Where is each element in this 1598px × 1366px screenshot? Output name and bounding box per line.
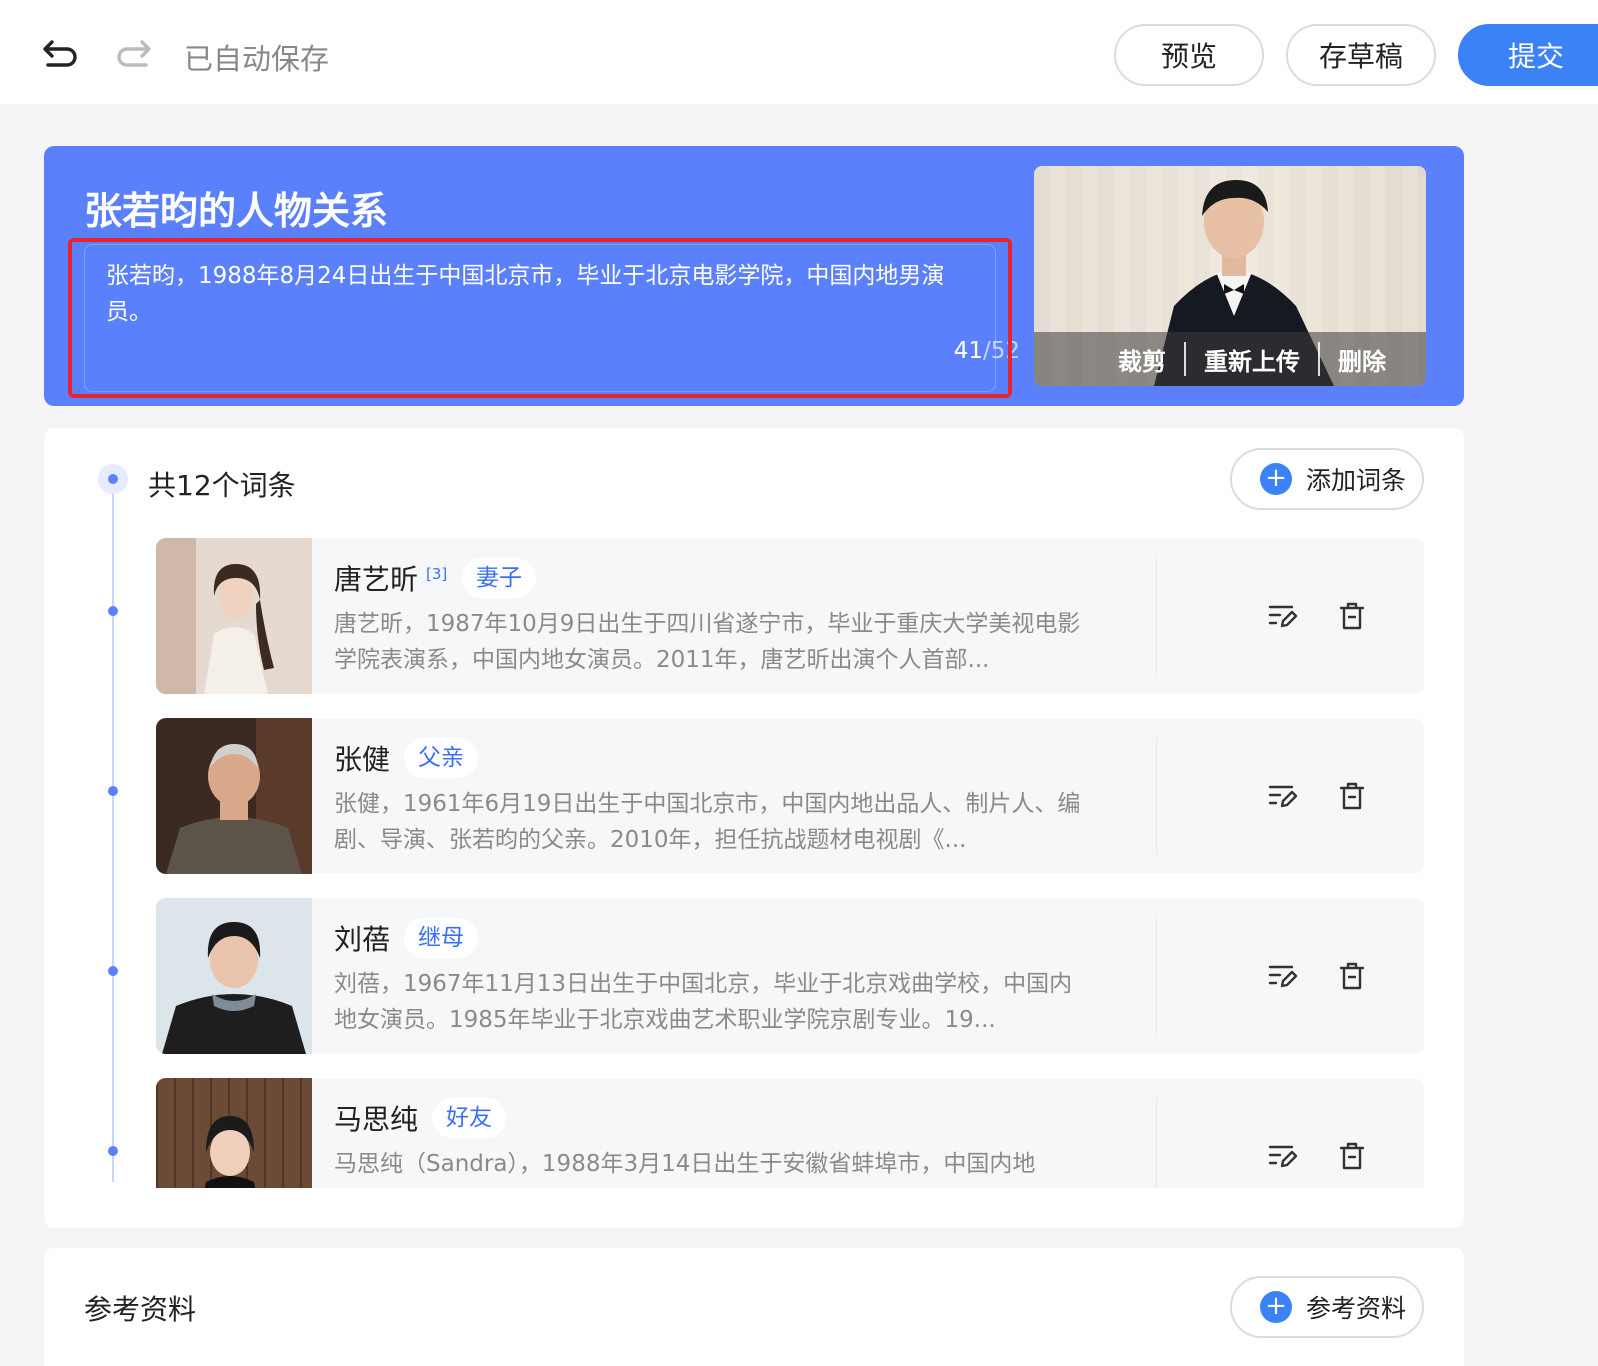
plus-icon: + [1260, 463, 1292, 495]
entry-name-text: 马思纯 [334, 1103, 419, 1136]
trash-icon[interactable] [1334, 778, 1370, 814]
divider [1156, 918, 1157, 1034]
relation-tag: 妻子 [462, 558, 536, 598]
page-title: 张若昀的人物关系 [84, 189, 389, 233]
entry-name-text: 张健 [334, 743, 391, 776]
entry-photo [156, 718, 312, 874]
entry-description: 刘蓓，1967年11月13日出生于中国北京，毕业于北京戏曲学校，中国内地女演员。… [334, 971, 1073, 1033]
divider [1156, 1098, 1157, 1188]
top-toolbar: 已自动保存 预览 存草稿 提交 [0, 0, 1598, 104]
entry-name[interactable]: 唐艺昕 [3] [334, 558, 447, 598]
preview-button[interactable]: 预览 [1114, 24, 1264, 86]
references-title: 参考资料 [84, 1293, 197, 1326]
entry-name-text: 唐艺昕 [334, 563, 419, 596]
char-max: /52 [982, 338, 1020, 364]
list-item[interactable]: 张健 父亲 张健，1961年6月19日出生于中国北京市，中国内地出品人、制片人、… [156, 718, 1424, 874]
save-draft-button[interactable]: 存草稿 [1286, 24, 1436, 86]
trash-icon[interactable] [1334, 1138, 1370, 1174]
submit-button[interactable]: 提交 [1458, 24, 1598, 86]
divider [1156, 738, 1157, 854]
reupload-button[interactable]: 重新上传 [1186, 342, 1318, 377]
divider [1156, 558, 1157, 674]
add-reference-label: 参考资料 [1306, 1294, 1407, 1323]
edit-icon[interactable] [1264, 598, 1300, 634]
list-item[interactable]: 马思纯 好友 马思纯（Sandra），1988年3月14日出生于安徽省蚌埠市，中… [156, 1078, 1424, 1188]
edit-icon[interactable] [1264, 778, 1300, 814]
relation-tag: 父亲 [404, 738, 478, 778]
entry-description: 马思纯（Sandra），1988年3月14日出生于安徽省蚌埠市，中国内地 [334, 1151, 1036, 1177]
timeline-dot [108, 606, 118, 616]
relation-tag: 好友 [432, 1098, 506, 1138]
timeline-head-dot [98, 464, 128, 494]
timeline-dot [108, 1146, 118, 1156]
char-count: 41 [953, 338, 983, 364]
redo-icon[interactable] [114, 34, 154, 74]
entries-card: 共12个词条 + 添加词条 唐艺昕 [3] 妻子 唐艺昕，1987年10月9日出生… [44, 428, 1464, 1228]
add-entry-button[interactable]: + 添加词条 [1230, 448, 1424, 510]
add-reference-button[interactable]: + 参考资料 [1230, 1276, 1424, 1338]
list-item[interactable]: 刘蓓 继母 刘蓓，1967年11月13日出生于中国北京，毕业于北京戏曲学校，中国… [156, 898, 1424, 1054]
relationship-header-card: 张若昀的人物关系 张若昀，1988年8月24日出生于中国北京市，毕业于北京电影学… [44, 146, 1464, 406]
trash-icon[interactable] [1334, 598, 1370, 634]
autosave-status: 已自动保存 [184, 42, 330, 76]
timeline-dot [108, 786, 118, 796]
entries-list: 唐艺昕 [3] 妻子 唐艺昕，1987年10月9日出生于四川省遂宁市，毕业于重庆大… [44, 538, 1464, 1188]
edit-icon[interactable] [1264, 1138, 1300, 1174]
delete-photo-button[interactable]: 删除 [1320, 342, 1404, 377]
undo-icon[interactable] [40, 34, 80, 74]
timeline-dot [108, 966, 118, 976]
entry-description: 唐艺昕，1987年10月9日出生于四川省遂宁市，毕业于重庆大学美视电影学院表演系… [334, 611, 1081, 673]
crop-button[interactable]: 裁剪 [1100, 342, 1184, 377]
trash-icon[interactable] [1334, 958, 1370, 994]
list-item[interactable]: 唐艺昕 [3] 妻子 唐艺昕，1987年10月9日出生于四川省遂宁市，毕业于重庆大… [156, 538, 1424, 694]
plus-icon: + [1260, 1291, 1292, 1323]
entry-photo [156, 1078, 312, 1188]
cover-photo: 裁剪 重新上传 删除 [1034, 166, 1426, 386]
entry-photo [156, 538, 312, 694]
references-card: 参考资料 + 参考资料 [44, 1248, 1464, 1366]
entry-name[interactable]: 刘蓓 [334, 918, 390, 958]
entry-name[interactable]: 张健 [334, 738, 390, 778]
entries-count: 共12个词条 [148, 469, 296, 502]
entry-name-text: 刘蓓 [334, 923, 391, 956]
edit-icon[interactable] [1264, 958, 1300, 994]
entry-photo [156, 898, 312, 1054]
relation-tag: 继母 [404, 918, 478, 958]
description-text[interactable]: 张若昀，1988年8月24日出生于中国北京市，毕业于北京电影学院，中国内地男演员… [106, 258, 976, 330]
entry-name[interactable]: 马思纯 [334, 1098, 418, 1138]
add-entry-label: 添加词条 [1306, 466, 1407, 495]
char-counter: 41/52 [914, 338, 1020, 364]
photo-action-bar: 裁剪 重新上传 删除 [1034, 332, 1426, 386]
citation-link[interactable]: [3] [426, 565, 447, 583]
entry-description: 张健，1961年6月19日出生于中国北京市，中国内地出品人、制片人、编剧、导演、… [334, 791, 1081, 853]
